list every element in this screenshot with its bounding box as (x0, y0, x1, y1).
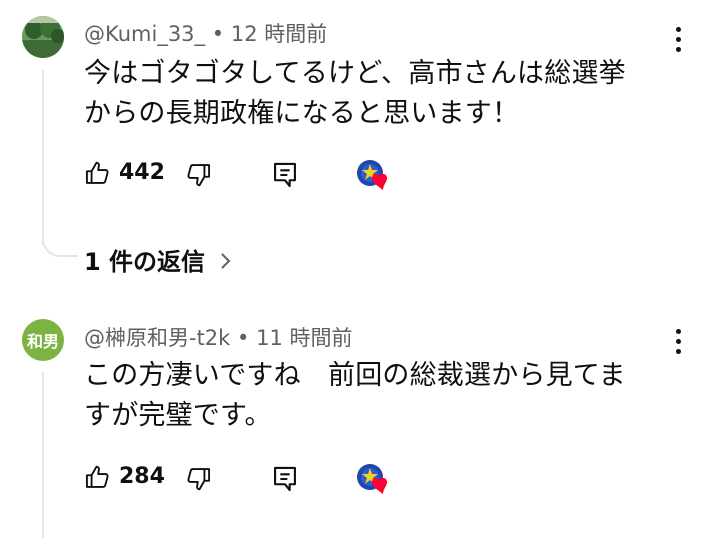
avatar[interactable] (22, 16, 64, 58)
comment-author[interactable]: @Kumi_33_ (84, 22, 205, 46)
comment-text-line: からの長期政権になると思います！ (84, 98, 520, 129)
comment-meta: @Kumi_33_ • 12 時間前 (84, 18, 327, 48)
replies-label: 1 件の返信 (84, 248, 206, 276)
thumbs-down-icon (187, 468, 211, 491)
dislike-button[interactable] (184, 465, 212, 497)
meta-separator: • (211, 22, 225, 46)
creator-heart-icon (355, 158, 395, 198)
thread-line (42, 70, 44, 245)
comment-time[interactable]: 11 時間前 (256, 326, 352, 350)
view-replies-button[interactable]: 1 件の返信 (84, 242, 233, 277)
like-button[interactable] (84, 159, 112, 191)
chevron-right-icon (221, 253, 231, 269)
like-button[interactable] (84, 463, 112, 495)
thread-line (42, 372, 44, 538)
avatar-initials: 和男 (26, 332, 59, 351)
avatar[interactable]: 和男 (22, 319, 64, 361)
reply-icon (274, 162, 296, 188)
comment-text: この方凄いですね 前回の総裁選から見てま すが完璧です。 (84, 356, 626, 436)
comment-time[interactable]: 12 時間前 (231, 22, 327, 46)
thumbs-down-icon (187, 164, 211, 187)
comment-text-line: すが完璧です。 (84, 400, 272, 431)
comment-meta: @榊原和男-t2k • 11 時間前 (84, 322, 353, 352)
comment-text-line: この方凄いですね 前回の総裁選から見てま (84, 360, 626, 391)
comment-author[interactable]: @榊原和男-t2k (84, 326, 230, 350)
reply-button[interactable] (272, 465, 298, 497)
thumbs-up-icon (85, 161, 109, 184)
comment-text: 今はゴタゴタしてるけど、高市さんは総選挙 からの長期政権になると思います！ (84, 54, 626, 134)
reply-button[interactable] (272, 161, 298, 193)
meta-separator: • (237, 326, 250, 350)
comment-text-line: 今はゴタゴタしてるけど、高市さんは総選挙 (84, 58, 626, 89)
dislike-button[interactable] (184, 161, 212, 193)
like-count: 442 (119, 160, 165, 185)
more-vertical-icon[interactable] (671, 329, 685, 354)
thumbs-up-icon (85, 465, 109, 488)
reply-icon (274, 466, 296, 492)
thread-curve (42, 225, 78, 257)
more-vertical-icon[interactable] (671, 27, 685, 52)
creator-heart-icon (355, 462, 395, 502)
like-count: 284 (119, 464, 165, 489)
